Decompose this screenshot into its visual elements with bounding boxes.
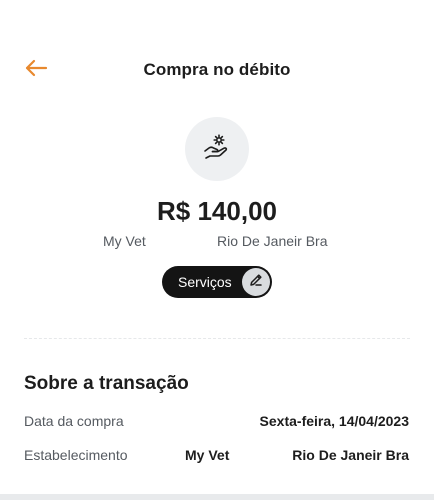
hand-gear-icon [202,132,232,167]
category-chip[interactable]: Serviços [162,266,272,298]
merchant-name: My Vet [103,233,146,249]
category-chip-label: Serviços [178,274,232,290]
edit-category-button[interactable] [242,268,270,296]
transaction-detail-screen: Compra no débito R$ 140,00 My Vet Rio De… [0,0,434,500]
divider [24,338,410,339]
transaction-amount: R$ 140,00 [157,196,277,226]
purchase-date-value: Sexta-feira, 14/04/2023 [259,413,409,429]
category-icon-badge [185,117,249,181]
bottom-edge [0,494,434,500]
establishment-city-value: Rio De Janeir Bra [292,447,409,463]
establishment-name-value: My Vet [185,447,230,463]
purchase-date-label: Data da compra [24,413,124,429]
section-title: Sobre a transação [24,373,189,394]
establishment-label: Estabelecimento [24,447,128,463]
merchant-city: Rio De Janeir Bra [217,233,328,249]
page-title: Compra no débito [143,60,291,79]
header: Compra no débito [0,52,434,88]
pencil-icon [248,272,264,293]
